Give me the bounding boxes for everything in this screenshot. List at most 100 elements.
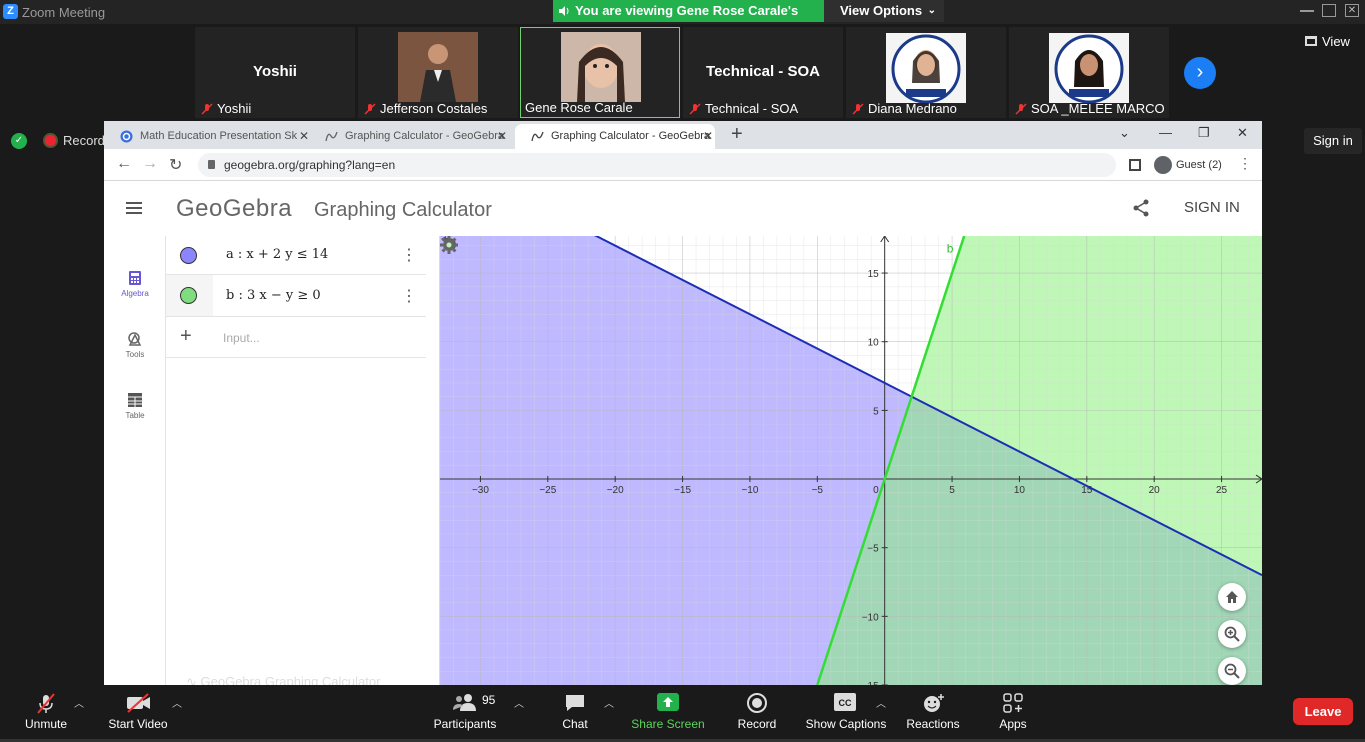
browser-close-button[interactable]: ✕: [1237, 125, 1248, 141]
participant-tile[interactable]: Yoshii Yoshii: [195, 27, 355, 118]
y-tick-label: 10: [868, 338, 880, 349]
close-window-button[interactable]: ✕: [1345, 4, 1359, 17]
caret-up-icon: ︿: [172, 699, 182, 710]
profile-button[interactable]: Guest (2): [1152, 154, 1222, 176]
captions-options-button[interactable]: ︿: [874, 685, 886, 742]
reactions-button[interactable]: Reactions: [903, 685, 963, 742]
algebra-input-row[interactable]: + Input...: [166, 317, 426, 358]
y-tick-label: −5: [867, 544, 879, 555]
url-text: geogebra.org/graphing?lang=en: [224, 158, 396, 172]
hamburger-menu-icon[interactable]: [126, 202, 142, 214]
next-participants-button[interactable]: ›: [1184, 57, 1216, 89]
expression-text[interactable]: a : x + 2 y ≤ 14: [226, 247, 328, 262]
video-options-button[interactable]: ︿: [170, 685, 182, 742]
participant-label: Jefferson Costales: [362, 101, 487, 116]
zoom-out-button[interactable]: [1218, 657, 1246, 685]
x-tick-label: −10: [741, 485, 758, 496]
geogebra-favicon-icon: [325, 131, 338, 142]
share-screen-button[interactable]: Share Screen: [630, 685, 706, 742]
maximize-button[interactable]: [1322, 4, 1336, 17]
y-tick-label: −10: [862, 612, 879, 623]
window-title: Zoom Meeting: [22, 5, 106, 20]
x-tick-label: 10: [1014, 485, 1026, 496]
apps-button[interactable]: Apps: [990, 685, 1036, 742]
record-button[interactable]: Record: [730, 685, 784, 742]
more-options-icon[interactable]: ⋮: [401, 245, 417, 265]
tab-strip: Math Education Presentation Sk ✕ Graphin…: [104, 121, 1262, 149]
y-tick-label: 15: [868, 269, 880, 280]
canva-favicon-icon: [120, 130, 133, 143]
participant-label: Technical - SOA: [687, 101, 798, 116]
graph-canvas[interactable]: −30−25−20−15−10−5510152025−15−10−5510150…: [440, 236, 1262, 685]
minimize-button[interactable]: [1300, 4, 1314, 12]
rail-tools[interactable]: Tools: [104, 331, 166, 359]
new-tab-button[interactable]: +: [731, 123, 743, 146]
browser-tab-active[interactable]: Graphing Calculator - GeoGebra ✕: [515, 124, 715, 149]
recording-label: Recordi: [63, 133, 108, 148]
participant-tile[interactable]: Diana Medrano: [846, 27, 1006, 118]
algebra-view: a : x + 2 y ≤ 14 ⋮ b : 3 x − y ≥ 0 ⋮ + I…: [166, 236, 492, 685]
back-arrow-icon[interactable]: ←: [116, 155, 132, 173]
more-options-icon[interactable]: ⋮: [401, 286, 417, 306]
url-field[interactable]: geogebra.org/graphing?lang=en: [198, 153, 1116, 177]
participant-tile[interactable]: SOA _MELEE MARCO: [1009, 27, 1169, 118]
plus-icon[interactable]: +: [180, 325, 192, 348]
start-video-button[interactable]: Start Video: [106, 685, 170, 742]
browser-tab[interactable]: Graphing Calculator - GeoGebra ✕: [309, 124, 509, 149]
captions-icon: CC: [834, 693, 856, 711]
unmute-button[interactable]: Unmute: [20, 685, 72, 742]
share-icon[interactable]: [1132, 199, 1150, 217]
tab-search-icon[interactable]: ⌄: [1119, 125, 1130, 141]
browser-restore-button[interactable]: ❐: [1198, 125, 1210, 141]
side-panel-icon[interactable]: [1129, 159, 1141, 171]
app-title: Graphing Calculator: [314, 199, 492, 221]
tools-icon: [128, 332, 142, 346]
x-tick-label: 5: [949, 485, 955, 496]
chat-options-button[interactable]: ︿: [602, 685, 614, 742]
rail-algebra[interactable]: Algebra: [104, 270, 166, 298]
home-button[interactable]: [1218, 583, 1246, 611]
reload-icon[interactable]: ↻: [169, 155, 182, 175]
close-tab-icon[interactable]: ✕: [701, 124, 715, 149]
participant-photo: [886, 33, 966, 103]
visibility-toggle[interactable]: [180, 247, 197, 264]
participant-tile[interactable]: Technical - SOA Technical - SOA: [683, 27, 843, 118]
leave-button[interactable]: Leave: [1293, 698, 1353, 725]
x-tick-label: −25: [539, 485, 556, 496]
recording-indicator[interactable]: Recordi: [43, 133, 108, 148]
participant-tile-active-speaker[interactable]: Gene Rose Carale: [520, 27, 680, 118]
participants-options-button[interactable]: ︿: [512, 685, 524, 742]
rail-label: Algebra: [121, 289, 149, 298]
close-tab-icon[interactable]: ✕: [495, 124, 509, 149]
expression-text[interactable]: b : 3 x − y ≥ 0: [226, 288, 321, 303]
audio-options-button[interactable]: ︿: [72, 685, 84, 742]
svg-text:CC: CC: [839, 698, 852, 708]
caret-up-icon: ︿: [604, 699, 614, 710]
participants-button[interactable]: 95 Participants: [430, 685, 500, 742]
browser-tab[interactable]: Math Education Presentation Sk ✕: [104, 124, 311, 149]
participant-label-text: Diana Medrano: [868, 101, 957, 116]
view-button[interactable]: View: [1302, 34, 1350, 49]
shield-icon[interactable]: ✓: [11, 133, 27, 149]
browser-minimize-button[interactable]: —: [1159, 125, 1172, 140]
algebra-row[interactable]: a : x + 2 y ≤ 14 ⋮: [166, 236, 426, 275]
algebra-input[interactable]: Input...: [223, 331, 260, 345]
algebra-row[interactable]: b : 3 x − y ≥ 0 ⋮: [166, 275, 426, 317]
settings-gear-icon[interactable]: [440, 236, 458, 254]
geogebra-sign-in-button[interactable]: SIGN IN: [1184, 199, 1240, 216]
browser-menu-icon[interactable]: ⋮: [1238, 155, 1252, 172]
reactions-icon: [924, 694, 944, 712]
participant-tile[interactable]: Jefferson Costales: [358, 27, 518, 118]
zoom-sign-in-button[interactable]: Sign in: [1304, 128, 1362, 154]
visibility-toggle[interactable]: [180, 287, 197, 304]
rail-table[interactable]: Table: [104, 392, 166, 420]
geogebra-header: GeoGebra Graphing Calculator SIGN IN: [104, 181, 1262, 236]
chat-button[interactable]: Chat: [552, 685, 598, 742]
table-icon: [128, 393, 142, 407]
view-options-button[interactable]: View Options ⌄: [824, 0, 944, 22]
forward-arrow-icon[interactable]: →: [142, 155, 158, 173]
participant-label: Gene Rose Carale: [525, 100, 633, 115]
zoom-in-button[interactable]: [1218, 620, 1246, 648]
graphics-view[interactable]: −30−25−20−15−10−5510152025−15−10−5510150…: [440, 236, 1262, 685]
x-tick-label: −15: [674, 485, 691, 496]
